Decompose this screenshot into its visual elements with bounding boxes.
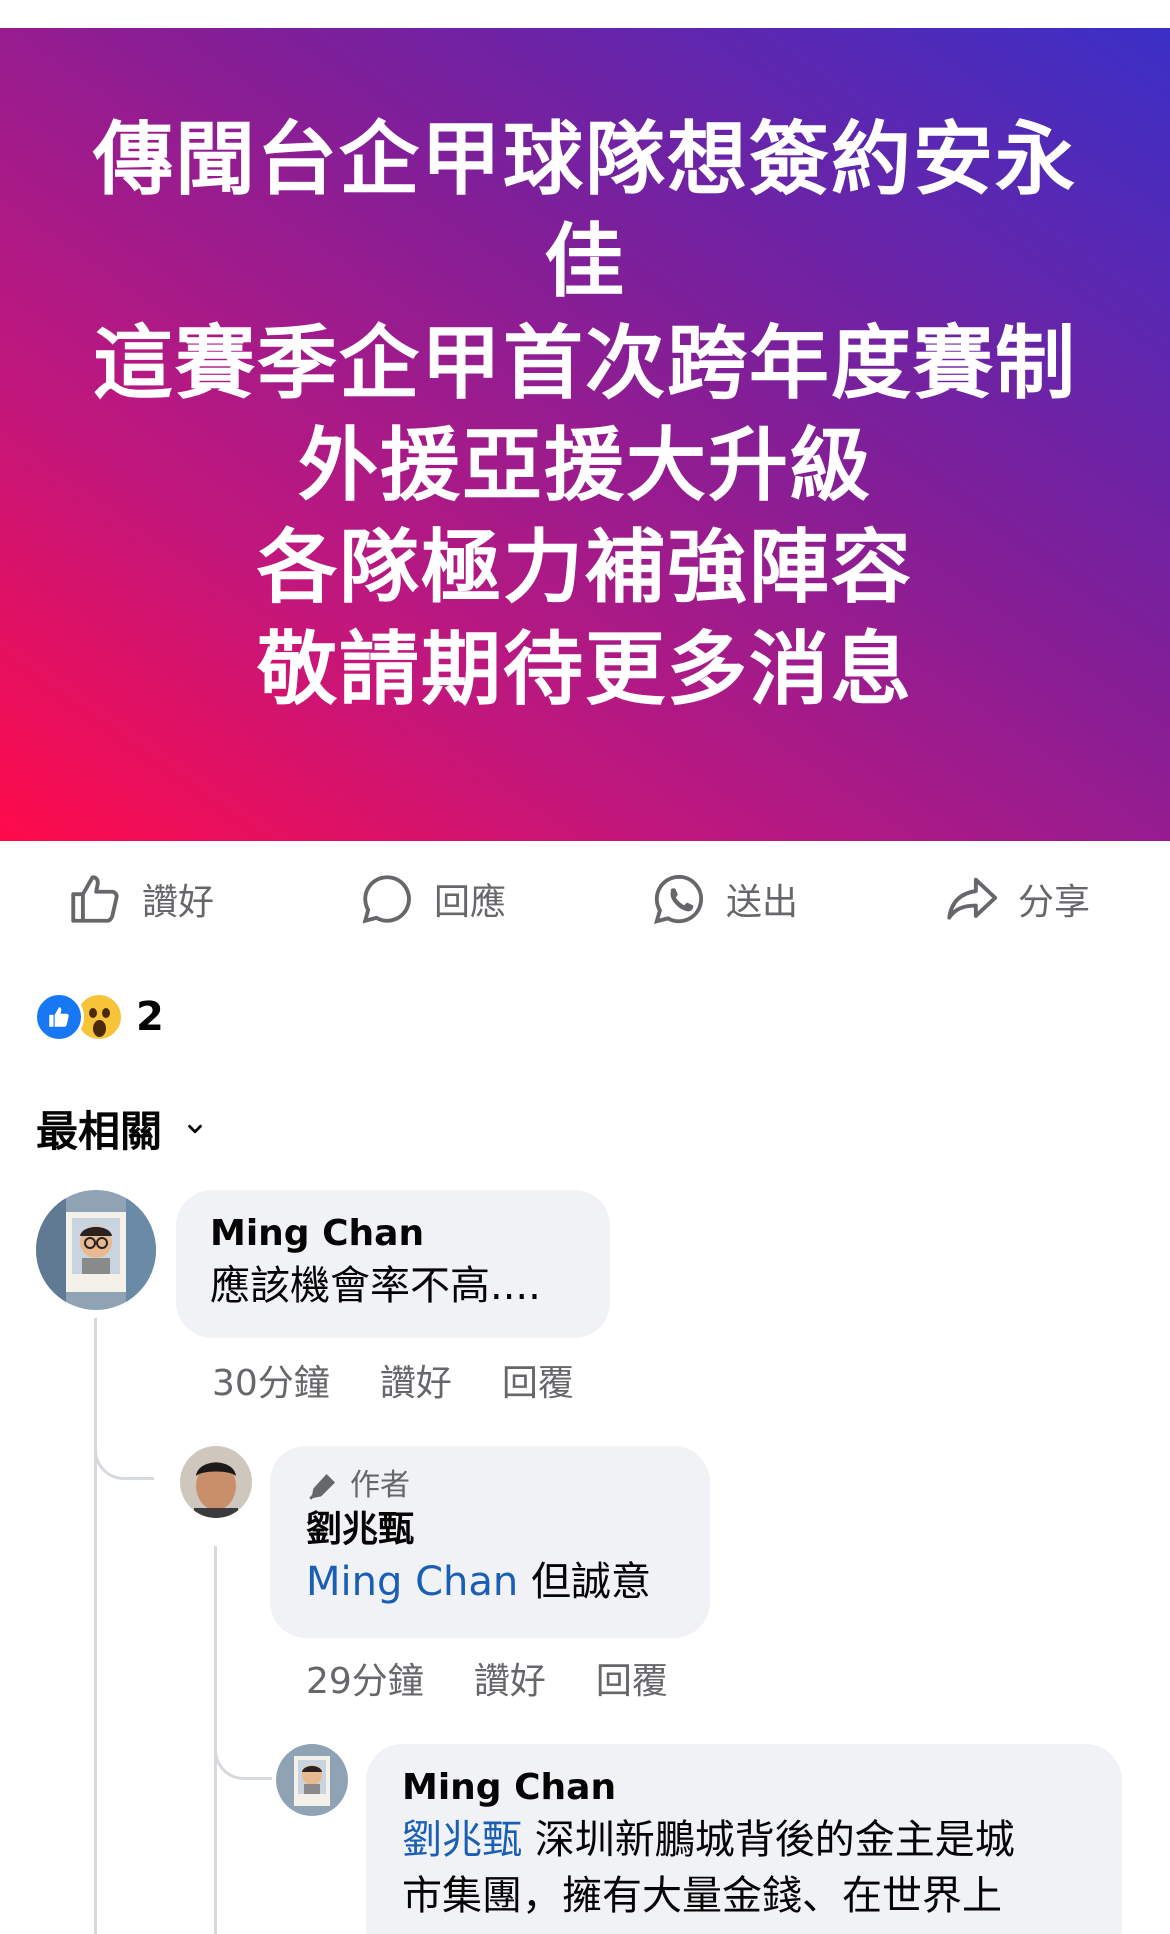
- like-label: 讚好: [142, 882, 215, 923]
- like-icon: [34, 992, 84, 1042]
- comment-text: Ming Chan 但誠意: [306, 1559, 651, 1605]
- banner-line: 傳聞台企甲球隊想簽約安永: [93, 112, 1077, 206]
- comment-reply-button[interactable]: 回覆: [596, 1652, 668, 1704]
- comment-meta: 30分鐘 讚好 回覆: [212, 1354, 574, 1406]
- comment-bubble[interactable]: 作者 劉兆甄 Ming Chan 但誠意: [270, 1446, 710, 1638]
- share-label: 分享: [1018, 882, 1091, 923]
- comment-author[interactable]: 劉兆甄: [306, 1506, 674, 1554]
- avatar[interactable]: [36, 1190, 156, 1310]
- reaction-summary[interactable]: 2: [34, 992, 164, 1042]
- post-action-bar: 讚好 回應 送出 分享: [0, 862, 1170, 942]
- comment-bubble-icon: [362, 875, 411, 924]
- comment-author[interactable]: Ming Chan: [402, 1764, 1086, 1812]
- comment-bubble[interactable]: Ming Chan 劉兆甄 深圳新鵬城背後的金主是城 市集團，擁有大量金錢、在世…: [366, 1744, 1122, 1934]
- thread-branch: [214, 1720, 272, 1780]
- reaction-count: 2: [136, 994, 164, 1040]
- comment-text-continued: 市集團，擁有大量金錢、在世界上: [402, 1873, 1002, 1919]
- thread-branch: [94, 1420, 154, 1480]
- like-button[interactable]: 讚好: [66, 870, 214, 928]
- comment-reply-button[interactable]: 回覆: [502, 1354, 574, 1406]
- banner-line: 各隊極力補強陣容: [257, 520, 913, 614]
- mention-link[interactable]: Ming Chan: [306, 1559, 518, 1605]
- comment-text: 應該機會率不高....: [210, 1263, 541, 1309]
- comment-sort-dropdown[interactable]: 最相關: [36, 1098, 206, 1159]
- author-badge: 作者: [306, 1466, 674, 1506]
- comment-bubble[interactable]: Ming Chan 應該機會率不高....: [176, 1190, 610, 1338]
- comment-label: 回應: [434, 882, 507, 923]
- comment-like-button[interactable]: 讚好: [474, 1652, 546, 1704]
- thread-connector: [94, 1318, 97, 1934]
- sort-label: 最相關: [36, 1107, 163, 1156]
- share-arrow-icon: [947, 877, 998, 920]
- banner-line: 佳: [544, 214, 626, 308]
- send-label: 送出: [726, 882, 799, 923]
- send-button[interactable]: 送出: [650, 870, 798, 928]
- comment-like-button[interactable]: 讚好: [380, 1354, 452, 1406]
- thumbs-up-icon: [71, 875, 119, 923]
- share-button[interactable]: 分享: [942, 870, 1090, 928]
- post-image-banner[interactable]: 傳聞台企甲球隊想簽約安永 佳 這賽季企甲首次跨年度賽制 外援亞援大升級 各隊極力…: [0, 28, 1170, 841]
- comment-time[interactable]: 30分鐘: [212, 1354, 330, 1406]
- comment-author[interactable]: Ming Chan: [210, 1210, 576, 1258]
- chevron-down-icon: [188, 1124, 202, 1133]
- avatar[interactable]: [180, 1446, 252, 1518]
- banner-line: 敬請期待更多消息: [257, 622, 913, 716]
- mention-link[interactable]: 劉兆甄: [402, 1817, 522, 1863]
- avatar[interactable]: [276, 1744, 348, 1816]
- comment-text: 劉兆甄 深圳新鵬城背後的金主是城: [402, 1817, 1015, 1863]
- comment-button[interactable]: 回應: [358, 870, 506, 928]
- banner-line: 這賽季企甲首次跨年度賽制: [93, 316, 1077, 410]
- comment-meta: 29分鐘 讚好 回覆: [306, 1652, 668, 1704]
- author-badge-label: 作者: [350, 1468, 410, 1503]
- comment-time[interactable]: 29分鐘: [306, 1652, 424, 1704]
- pen-icon: [309, 1473, 336, 1500]
- banner-line: 外援亞援大升級: [298, 418, 872, 512]
- whatsapp-icon: [653, 874, 704, 924]
